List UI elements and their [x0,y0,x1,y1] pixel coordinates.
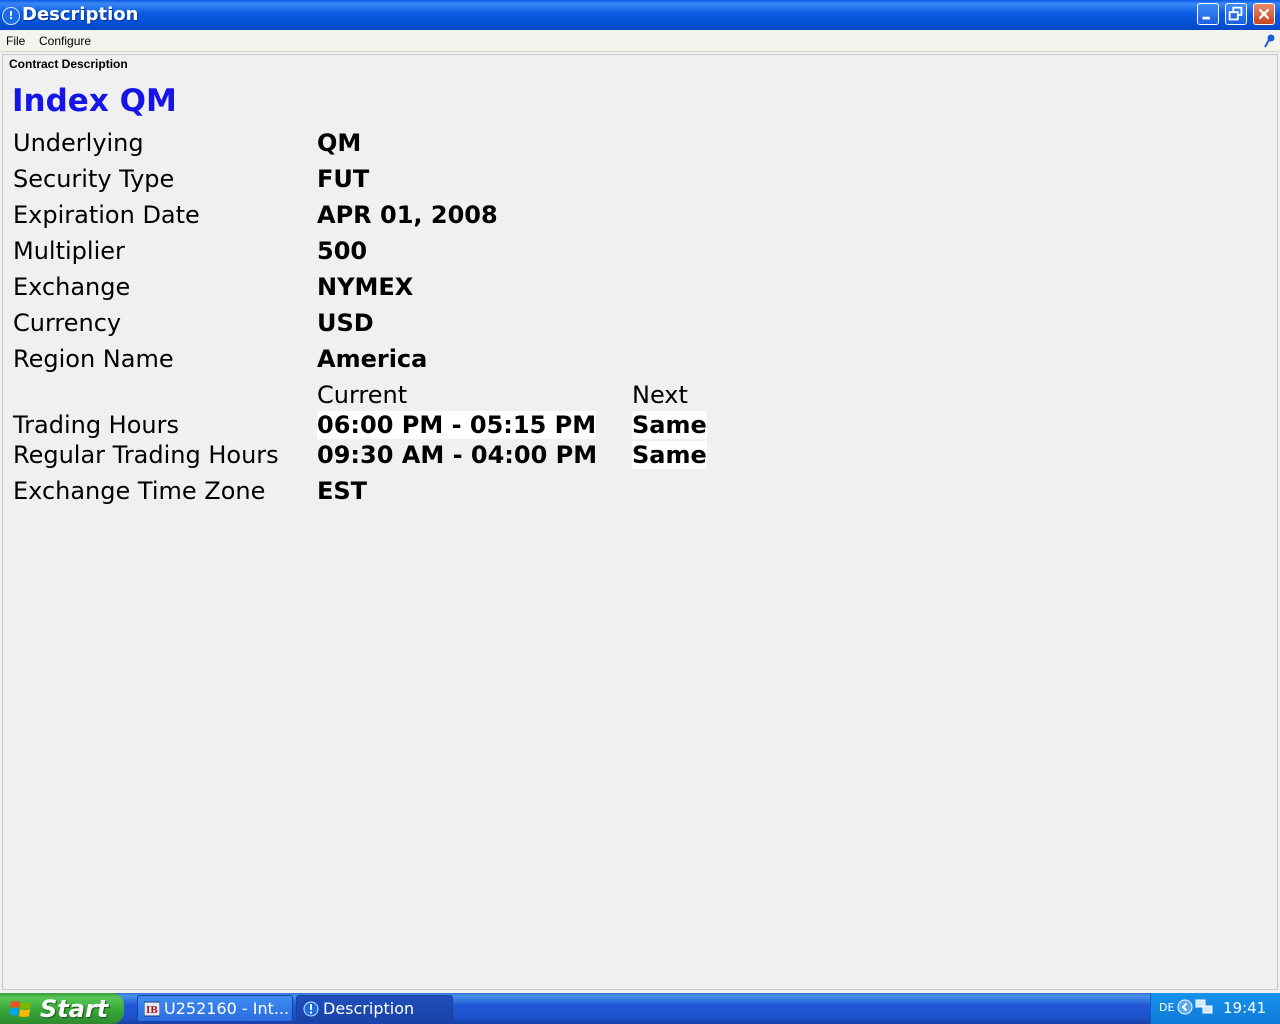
taskbar-item-label: Description [323,999,415,1018]
label-security-type: Security Type [13,165,175,193]
value-expiration-date: APR 01, 2008 [317,201,498,229]
value-regular-hours-current: 09:30 AM - 04:00 PM [317,441,598,469]
window-titlebar[interactable]: ! Description [0,0,1280,30]
hours-header-next: Next [632,381,688,409]
contract-description-panel: Contract Description Index QM Underlying… [2,54,1278,990]
value-trading-hours-current: 06:00 PM - 05:15 PM [317,411,597,439]
info-icon: ! [2,7,20,25]
label-regular-trading-hours: Regular Trading Hours [13,441,279,469]
close-button[interactable] [1253,3,1275,25]
network-icon[interactable] [1195,999,1213,1015]
taskbar-item-ib[interactable]: IB U252160 - Int... [137,995,293,1022]
start-label: Start [40,995,109,1023]
system-tray: DE 19:41 [1150,993,1280,1024]
taskbar: Start IB U252160 - Int... Description DE… [0,993,1280,1024]
taskbar-item-label: U252160 - Int... [164,999,290,1018]
value-region-name: America [317,345,428,373]
label-exchange: Exchange [13,273,131,301]
menu-bar: File Configure [0,31,1280,52]
value-underlying: QM [317,129,362,157]
value-currency: USD [317,309,374,337]
svg-text:IB: IB [146,1006,158,1016]
label-underlying: Underlying [13,129,144,157]
ib-icon: IB [144,1001,160,1017]
value-trading-hours-next: Same [632,411,707,439]
regular-hours-next-text: Same [632,441,707,469]
contract-title: Index QM [12,83,177,119]
windows-flag-icon [10,1001,31,1017]
value-exchange-time-zone: EST [317,477,368,505]
hours-header-current: Current [317,381,408,409]
label-currency: Currency [13,309,122,337]
minimize-icon [1202,16,1210,20]
label-expiration-date: Expiration Date [13,201,200,229]
value-exchange: NYMEX [317,273,414,301]
window-title: Description [22,4,139,25]
value-regular-hours-next: Same [632,441,707,469]
restore-button[interactable] [1225,3,1247,25]
clock[interactable]: 19:41 [1223,999,1266,1017]
pin-icon[interactable] [1264,34,1276,48]
start-button[interactable]: Start [0,993,124,1024]
value-multiplier: 500 [317,237,368,265]
value-security-type: FUT [317,165,370,193]
menu-file[interactable]: File [6,34,25,48]
panel-label: Contract Description [9,57,128,71]
label-multiplier: Multiplier [13,237,125,265]
trading-hours-next-text: Same [632,411,707,439]
label-exchange-time-zone: Exchange Time Zone [13,477,266,505]
close-icon [1258,8,1270,20]
label-region-name: Region Name [13,345,174,373]
chevron-left-icon[interactable] [1177,999,1193,1015]
info-icon [303,1001,319,1017]
trading-hours-current-text: 06:00 PM - 05:15 PM [317,411,597,439]
menu-configure[interactable]: Configure [39,34,91,48]
taskbar-item-description[interactable]: Description [296,995,453,1022]
restore-icon [1228,6,1243,21]
language-indicator[interactable]: DE [1159,1001,1174,1014]
label-trading-hours: Trading Hours [13,411,179,439]
minimize-button[interactable] [1197,3,1219,25]
